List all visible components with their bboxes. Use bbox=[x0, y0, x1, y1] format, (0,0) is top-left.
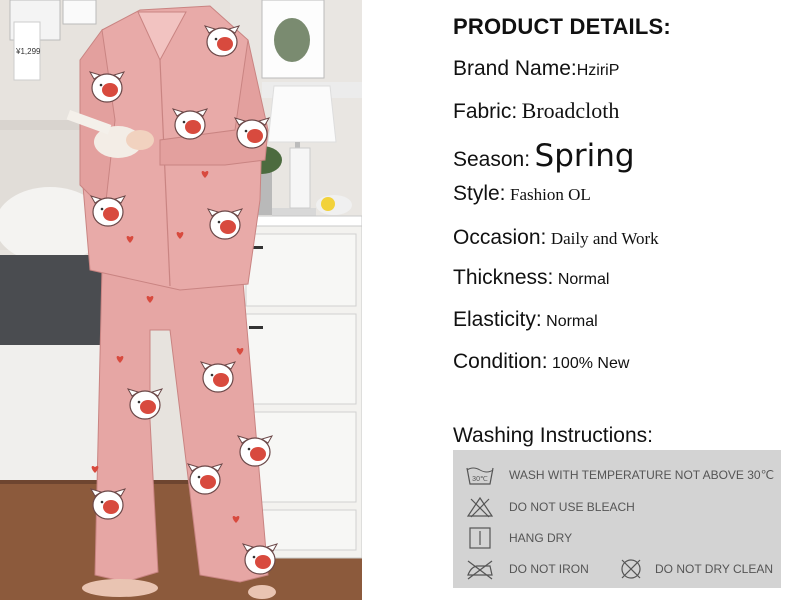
no-iron-icon bbox=[467, 560, 493, 580]
product-details: PRODUCT DETAILS: Brand Name:HziriP Fabri… bbox=[453, 0, 800, 600]
wash-item-no-dry-clean: DO NOT DRY CLEAN bbox=[619, 558, 773, 580]
detail-row-occasion: Occasion: Daily and Work bbox=[453, 226, 659, 250]
detail-label: Style: bbox=[453, 182, 506, 205]
detail-value: 100% New bbox=[552, 355, 630, 372]
wash-item-no-iron: DO NOT IRON bbox=[465, 558, 589, 580]
wash-item-text: DO NOT IRON bbox=[509, 562, 589, 576]
wash-item-text: DO NOT USE BLEACH bbox=[509, 500, 635, 514]
detail-label: Brand Name: bbox=[453, 57, 577, 80]
wash-item-text: DO NOT DRY CLEAN bbox=[655, 562, 774, 576]
detail-row-elasticity: Elasticity: Normal bbox=[453, 308, 598, 332]
wash-item-text: WASH WITH TEMPERATURE NOT ABOVE 30℃ bbox=[509, 468, 775, 482]
washing-instructions-panel: 30℃ WASH WITH TEMPERATURE NOT ABOVE 30℃ … bbox=[453, 450, 781, 588]
detail-label: Thickness: bbox=[453, 266, 554, 289]
detail-value: Daily and Work bbox=[550, 229, 659, 248]
detail-label: Fabric: bbox=[453, 100, 518, 123]
wash-item-no-bleach: DO NOT USE BLEACH bbox=[465, 496, 635, 518]
detail-label: Elasticity: bbox=[453, 308, 542, 331]
detail-label: Condition: bbox=[453, 350, 548, 373]
detail-row-style: Style: Fashion OL bbox=[453, 182, 591, 206]
detail-value: Normal bbox=[546, 313, 598, 330]
wash-item-text: HANG DRY bbox=[509, 531, 573, 545]
detail-value: Normal bbox=[557, 271, 610, 288]
no-bleach-icon bbox=[466, 496, 494, 518]
detail-row-thickness: Thickness: Normal bbox=[453, 266, 609, 290]
detail-value: Broadcloth bbox=[521, 98, 620, 123]
no-dry-clean-icon bbox=[621, 559, 641, 579]
product-photo: ¥1,299 bbox=[0, 0, 362, 600]
price-tag-text: ¥1,299 bbox=[15, 47, 41, 56]
detail-row-season: Season: Spring bbox=[453, 138, 635, 174]
hang-dry-icon bbox=[469, 527, 491, 549]
washing-title: Washing Instructions: bbox=[453, 424, 653, 447]
detail-value: HziriP bbox=[576, 62, 620, 79]
wash-30-icon: 30℃ bbox=[466, 467, 494, 485]
detail-label: Occasion: bbox=[453, 226, 547, 249]
detail-value: Spring bbox=[534, 138, 635, 174]
wash-item-30: 30℃ WASH WITH TEMPERATURE NOT ABOVE 30℃ bbox=[465, 464, 774, 486]
svg-text:30℃: 30℃ bbox=[472, 476, 488, 483]
detail-row-condition: Condition: 100% New bbox=[453, 350, 629, 374]
detail-label: Season: bbox=[453, 148, 531, 171]
detail-row-fabric: Fabric: Broadcloth bbox=[453, 98, 619, 124]
detail-value: Fashion OL bbox=[509, 185, 591, 204]
wash-item-hang-dry: HANG DRY bbox=[465, 527, 572, 549]
details-heading: PRODUCT DETAILS: bbox=[453, 14, 671, 39]
detail-row-brand: Brand Name:HziriP bbox=[453, 57, 619, 81]
